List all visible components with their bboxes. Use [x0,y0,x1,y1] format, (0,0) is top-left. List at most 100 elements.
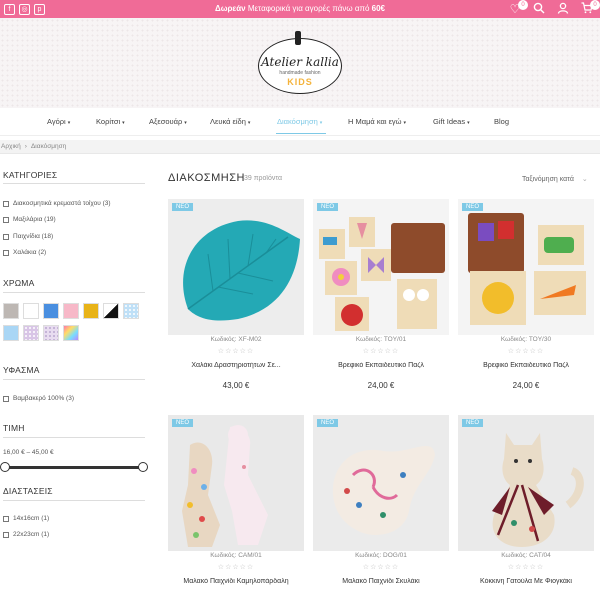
filter-label: 22x23cm [13,531,40,538]
filter-label: Μαξιλάρια [13,216,43,223]
sort-label: Ταξινόμηση κατά [522,176,574,183]
chevron-down-icon: ⌄ [581,176,588,183]
nav-item-blog[interactable]: Blog [494,117,509,126]
nav-label: Λευκά είδη [210,117,246,126]
product-image[interactable]: NEO [313,415,449,551]
product-code: Κωδικός: CAM/01 [210,552,262,559]
rating-stars: ☆☆☆☆☆ [507,564,545,571]
product-name[interactable]: Χαλάκι Δραστηριοτήτων Σε... [168,362,304,369]
filter-count: (19) [44,216,56,223]
chevron-down-icon: ▾ [319,120,323,126]
search-icon[interactable] [532,2,546,16]
product-image[interactable]: NEO [458,415,594,551]
main-nav: Αγόρι ▾ Κορίτσι ▾ Αξεσουάρ ▾ Λευκά είδη ▾ Δι… [0,108,600,136]
fabric-filter[interactable]: Βαμβακερό 100% (3) [3,395,74,402]
color-swatch-light-blue[interactable] [3,325,19,341]
size-filter[interactable]: 14x16cm (1) [3,515,49,522]
price-slider-track[interactable] [3,466,145,469]
color-swatch-lilac-pattern[interactable] [23,325,39,341]
checkbox[interactable] [3,200,9,207]
nav-item-girl[interactable]: Κορίτσι ▾ [96,117,125,126]
price-slider-min-handle[interactable] [0,462,10,472]
nav-label: Αγόρι [47,117,66,126]
nav-item-accessories[interactable]: Αξεσουάρ ▾ [149,117,187,126]
color-heading: ΧΡΩΜΑ [3,278,35,288]
new-badge: NEO [172,203,194,211]
cart-icon[interactable]: 0 [580,0,600,16]
filter-count: (3) [66,395,74,402]
color-swatch-light-blue-pattern[interactable] [123,303,139,319]
promo-amount: 60€ [371,4,386,13]
product-name[interactable]: Μαλακό Παιχνίδι Καμηλοπάρδαλη [168,578,304,585]
nav-item-decoration[interactable]: Διακόσμηση ▾ [277,117,322,126]
product-name[interactable]: Κόκκινη Γατούλα Με Φιογκάκι [458,578,594,585]
nav-item-boy[interactable]: Αγόρι ▾ [47,117,70,126]
nav-active-underline [276,133,326,134]
chevron-down-icon: ▾ [247,120,251,126]
color-swatch-blue[interactable] [43,303,59,319]
site-header: Atelier kallia handmade fashion KIDS [0,18,600,108]
product-name[interactable]: Βρεφικό Εκπαιδευτικό Παζλ [313,362,449,369]
sort-dropdown[interactable]: Ταξινόμηση κατά ⌄ [522,175,588,183]
product-image[interactable]: NEO [168,199,304,335]
filter-count: (3) [102,200,111,207]
account-icon[interactable] [556,2,570,16]
color-swatch-grey[interactable] [3,303,19,319]
rating-stars: ☆☆☆☆☆ [217,564,255,571]
breadcrumb-home[interactable]: Αρχική [1,143,21,150]
filter-label: 14x16cm [13,515,40,522]
checkbox[interactable] [3,233,9,240]
dress-form-icon [295,31,301,45]
filter-label: Παιχνίδια [13,233,40,240]
color-swatch-white[interactable] [23,303,39,319]
product-price: 43,00 € [222,381,250,390]
nav-label: Διακόσμηση [277,117,318,126]
category-filter[interactable]: Διακοσμητικά κρεμαστά τοίχου (3) [3,200,111,207]
checkbox[interactable] [3,531,9,538]
rating-stars: ☆☆☆☆☆ [362,348,400,355]
product-name[interactable]: Βρεφικό Εκπαιδευτικό Παζλ [458,362,594,369]
size-filter[interactable]: 22x23cm (1) [3,531,49,538]
color-swatch-yellow[interactable] [83,303,99,319]
checkbox[interactable] [3,216,9,223]
product-image[interactable]: NEO [313,199,449,335]
category-filter[interactable]: Μαξιλάρια (19) [3,216,56,223]
checkbox[interactable] [3,249,9,256]
wishlist-icon[interactable]: ♡ 0 [508,0,528,16]
logo-kids: KIDS [287,77,313,87]
price-slider-max-handle[interactable] [138,462,148,472]
checkbox[interactable] [3,515,9,522]
page-title: ΔΙΑΚΟΣΜΗΣΗ [168,172,245,184]
header-actions: ♡ 0 0 [508,0,600,16]
chevron-down-icon: ▾ [467,120,470,126]
nav-label: Gift Ideas [433,117,466,126]
nav-item-mom-and-me[interactable]: Η Μαμά και εγώ ▾ [348,117,406,126]
nav-item-gift-ideas[interactable]: Gift Ideas ▾ [433,117,470,126]
category-filter[interactable]: Χαλάκια (2) [3,249,46,256]
color-swatch-lavender[interactable] [43,325,59,341]
product-image[interactable]: NEO [458,199,594,335]
color-swatch-black-white[interactable] [103,303,119,319]
product-name[interactable]: Μαλακό Παιχνίδι Σκυλάκι [313,578,449,585]
product-code: Κωδικός: DOG/01 [355,552,407,559]
checkbox[interactable] [3,395,9,402]
category-filter[interactable]: Παιχνίδια (18) [3,233,53,240]
fabric-heading: ΥΦΑΣΜΑ [3,365,40,375]
nav-item-linens[interactable]: Λευκά είδη ▾ [210,117,250,126]
product-image[interactable]: NEO [168,415,304,551]
promo-top-bar: f ◎ p Δωρεάν Μεταφορικά για αγορές πάνω … [0,0,600,18]
logo[interactable]: Atelier kallia handmade fashion KIDS [258,31,342,94]
divider [3,500,145,501]
new-badge: NEO [317,203,339,211]
chevron-down-icon: ▾ [403,120,407,126]
product-code: Κωδικός: CAT/04 [501,552,551,559]
categories-heading: ΚΑΤΗΓΟΡΙΕΣ [3,170,58,180]
nav-label: Blog [494,117,510,126]
color-swatch-pink[interactable] [63,303,79,319]
price-range-text: 16,00 € – 45,00 € [3,449,54,456]
new-badge: NEO [172,419,194,427]
size-heading: ΔΙΑΣΤΑΣΕΙΣ [3,486,53,496]
product-code: Κωδικός: TOY/30 [500,336,552,343]
breadcrumb-separator: › [24,143,27,150]
color-swatch-rainbow[interactable] [63,325,79,341]
